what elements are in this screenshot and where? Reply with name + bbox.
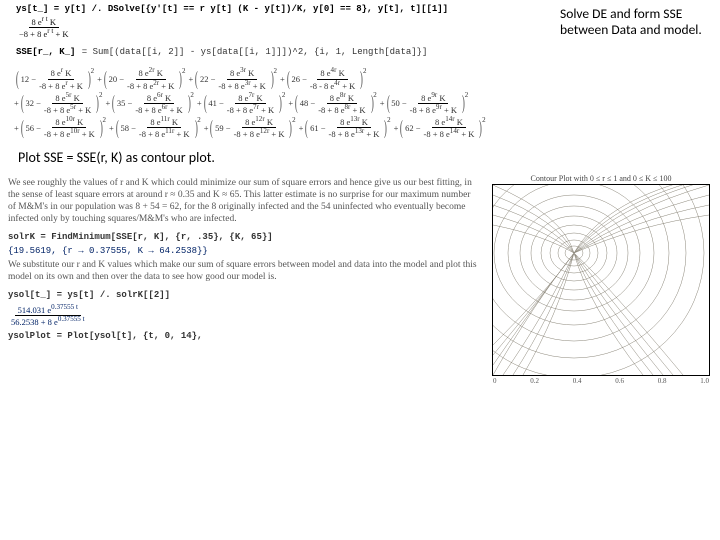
solrk-output: {19.5619, {r → 0.37555, K → 64.2538}} [8,246,478,256]
contour-svg [493,185,709,375]
sse-term: + (35 − 8 e6r K-8 + 8 e6r + K)2 [105,92,195,115]
sse-term: + (32 − 8 e5r K-8 + 8 e5r + K)2 [14,92,104,115]
contour-plot: 100 80 60 40 20 0 [492,184,710,376]
sse-term: (12 − 8 er K-8 + 8 er + K)2 [14,67,96,90]
ysol-definition: ysol[t_] = ys[t] /. solrK[[2]] [8,290,478,300]
contour-x-axis: 0 0.2 0.4 0.6 0.8 1.0 [492,377,710,385]
sse-term: + (59 − 8 e12r K-8 + 8 e12r + K)2 [204,116,298,139]
sse-term: + (62 − 8 e14r K-8 + 8 e14r + K)2 [394,116,488,139]
sse-term: + (26 − 8 e4r K-8 - 8 e4r + K)2 [280,67,368,90]
sse-definition: SSE[r_, K_] = Sum[(data[[i, 2]] - ys[dat… [16,47,554,57]
sse-term: + (50 − 8 e9r K-8 + 8 e9r + K)2 [380,92,470,115]
sse-term: + (56 − 8 e10r K-8 + 8 e10r + K)2 [14,116,108,139]
sse-term: + (58 − 8 e11r K-8 + 8 e11r + K)2 [109,116,203,139]
sse-term: + (61 − 8 e13r K-8 + 8 e13r + K)2 [299,116,393,139]
ys-result-den: −8 + 8 er t + K [16,28,72,39]
contour-plot-title: Contour Plot with 0 ≤ r ≤ 1 and 0 ≤ K ≤ … [486,174,716,183]
sse-term: + (48 − 8 e8r K-8 + 8 e8r + K)2 [288,92,378,115]
ys-result-num: 8 er t K [29,16,60,28]
ysol-result: 514.031 e0.37555 t 56.2538 + 8 e0.37555 … [8,304,478,327]
solrk-definition: solrK = FindMinimum[SSE[r, K], {r, .35},… [8,232,478,242]
sse-term: + (20 − 8 e2r K-8 + 8 e2r + K)2 [97,67,187,90]
paragraph-1: We see roughly the values of r and K whi… [8,178,478,226]
sse-term: + (41 − 8 e7r K-8 + 8 e7r + K)2 [197,92,287,115]
subhead-plot-sse: Plot SSE = SSE(r, K) as contour plot. [18,149,716,166]
ysolplot-definition: ysolPlot = Plot[ysol[t], {t, 0, 14}, [8,331,478,341]
paragraph-2: We substitute our r and K values which m… [8,260,478,284]
sse-expansion: (12 − 8 er K-8 + 8 er + K)2+ (20 − 8 e2r… [14,67,706,139]
annotation-top-right: Solve DE and form SSE between Data and m… [554,4,716,63]
ysol-result-den: 56.2538 + 8 e0.37555 t [8,316,88,327]
ys-definition: ys[t_] = y[t] /. DSolve[{y'[t] == r y[t]… [16,4,554,14]
sse-term: + (22 − 8 e3r K-8 + 8 e3r + K)2 [189,67,279,90]
ys-result: 8 er t K −8 + 8 er t + K [16,16,554,39]
